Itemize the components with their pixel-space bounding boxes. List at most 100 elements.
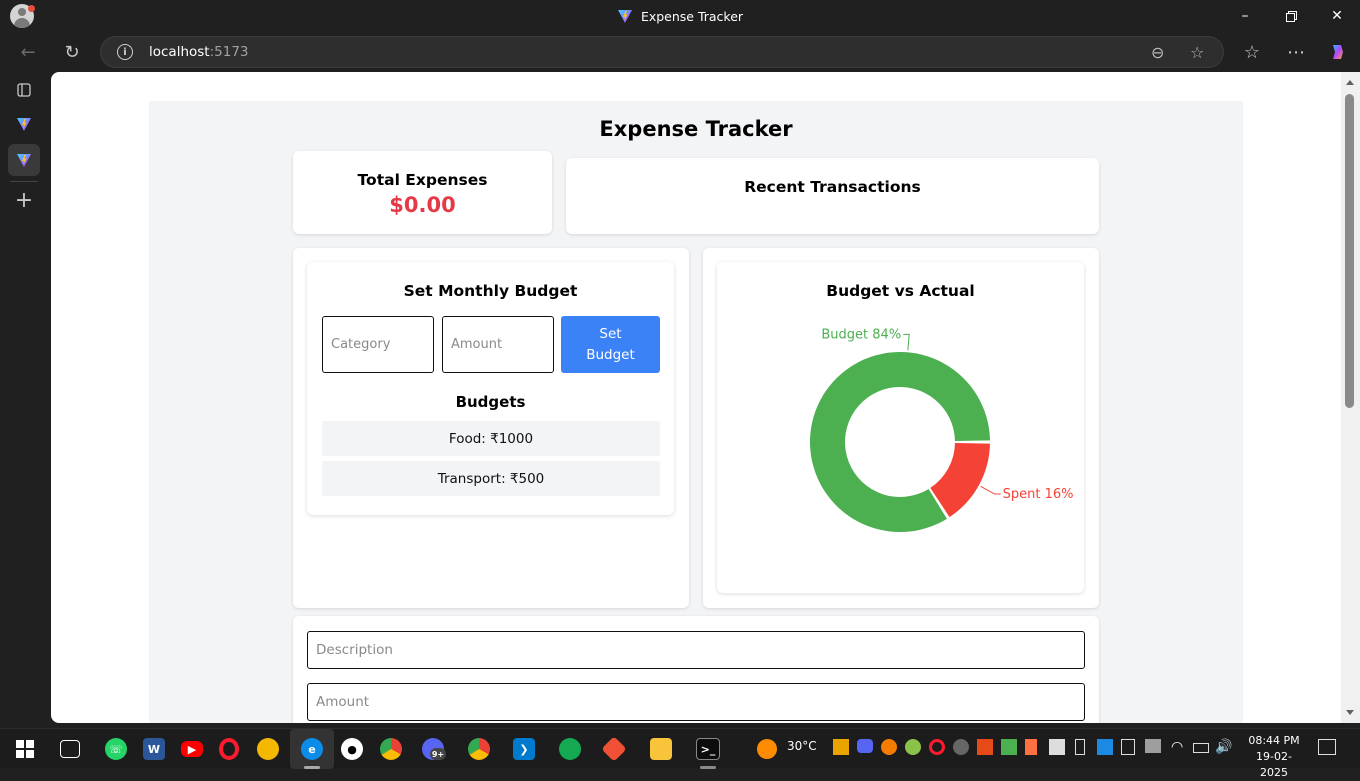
word-icon[interactable]: W <box>143 738 165 760</box>
chart-panel: Budget vs Actual Budget 84% Spent 16% <box>703 248 1099 608</box>
tray-tool-icon[interactable] <box>977 739 993 755</box>
tab-vite-active-icon[interactable] <box>8 144 40 176</box>
donut-label-line-budget <box>903 333 910 351</box>
address-bar[interactable]: i localhost:5173 ⊖ ☆ <box>100 36 1224 68</box>
set-budget-label-line2: Budget <box>586 346 635 363</box>
budget-panel: Set Monthly Budget Set Budget Budgets Foo… <box>293 248 689 608</box>
discord-badge: 9+ <box>430 748 446 760</box>
clock-time: 08:44 PM <box>1248 734 1300 747</box>
tray-app-icon[interactable] <box>833 739 849 755</box>
new-tab-plus-icon[interactable]: + <box>8 184 40 216</box>
browser-toolbar: ← ↻ i localhost:5173 ⊖ ☆ ☆ ⋯ <box>0 32 1360 72</box>
tray-s-icon[interactable] <box>953 739 969 755</box>
battery-icon[interactable] <box>1193 743 1209 753</box>
budget-list-item: Transport: ₹500 <box>322 461 660 496</box>
expense-amount-field[interactable] <box>307 683 1085 721</box>
donut-slice-spent[interactable] <box>930 442 990 518</box>
tray-settings-icon[interactable] <box>1097 739 1113 755</box>
budget-donut-chart: Budget 84% Spent 16% <box>810 327 1074 532</box>
site-info-icon[interactable]: i <box>117 44 133 60</box>
scroll-down-arrow-icon[interactable] <box>1346 710 1354 715</box>
tray-network-app-icon[interactable] <box>1049 739 1065 755</box>
tab-actions-icon[interactable] <box>8 74 40 106</box>
expense-tracker-app: Expense Tracker Total Expenses $0.00 Rec… <box>149 101 1243 723</box>
page-scrollbar[interactable] <box>1341 72 1360 723</box>
recent-transactions-card: Recent Transactions <box>566 158 1099 234</box>
usb-icon[interactable] <box>1075 739 1085 755</box>
budget-amount-field[interactable] <box>442 316 554 373</box>
category-input[interactable] <box>323 317 433 372</box>
close-button[interactable]: ✕ <box>1314 0 1360 32</box>
zoom-icon[interactable]: ⊖ <box>1151 43 1164 62</box>
expense-amount-input[interactable] <box>308 684 1084 720</box>
tray-discord-icon[interactable] <box>857 739 873 753</box>
scroll-thumb[interactable] <box>1345 94 1354 408</box>
budgets-heading: Budgets <box>455 393 526 411</box>
taskbar-clock[interactable]: 08:44 PM 19-02-2025 <box>1244 733 1304 781</box>
recent-transactions-heading: Recent Transactions <box>744 178 921 196</box>
window-title: Expense Tracker <box>640 8 744 24</box>
budget-amount-input[interactable] <box>443 317 553 372</box>
add-expense-form <box>293 616 1099 723</box>
edge-icon[interactable]: e <box>301 738 323 760</box>
vite-logo-icon <box>617 10 632 23</box>
tray-feed-icon[interactable] <box>881 739 897 755</box>
coins-app-icon[interactable] <box>257 738 279 760</box>
restore-button[interactable] <box>1268 0 1314 32</box>
taskbar: ☏ W ▶ e ● 9+ ❯ >_ 30°C ◠ 🔊 08:44 PM 19-0… <box>0 728 1360 779</box>
total-expenses-card: Total Expenses $0.00 <box>293 151 552 234</box>
tray-plus-icon[interactable] <box>905 739 921 755</box>
notifications-icon[interactable] <box>1318 739 1336 755</box>
refresh-icon[interactable]: ↻ <box>58 38 86 66</box>
donut-label-line-spent <box>980 485 1001 495</box>
url-text[interactable]: localhost:5173 <box>149 44 249 60</box>
tray-opera-icon[interactable] <box>929 739 945 755</box>
tray-display-icon[interactable] <box>1145 739 1161 753</box>
chrome-profile-icon[interactable] <box>468 738 490 760</box>
total-expenses-label: Total Expenses <box>357 171 488 189</box>
tray-phone-icon[interactable] <box>1121 739 1135 755</box>
mongodb-icon[interactable] <box>559 738 581 760</box>
github-icon[interactable]: ● <box>341 738 363 760</box>
git-icon[interactable] <box>601 736 627 762</box>
weather-temp[interactable]: 30°C <box>787 739 817 753</box>
set-budget-button[interactable]: Set Budget <box>561 316 660 373</box>
page-viewport: Expense Tracker Total Expenses $0.00 Rec… <box>51 72 1341 723</box>
tab-separator <box>10 181 38 182</box>
more-menu-icon[interactable]: ⋯ <box>1282 38 1310 66</box>
favorite-star-icon[interactable]: ☆ <box>1190 43 1204 62</box>
chrome-icon[interactable] <box>380 738 402 760</box>
youtube-icon[interactable]: ▶ <box>181 741 203 757</box>
back-arrow-icon[interactable]: ← <box>14 38 42 66</box>
page-title: Expense Tracker <box>599 117 793 141</box>
tab-vite-icon[interactable] <box>8 108 40 140</box>
wifi-icon[interactable]: ◠ <box>1171 739 1183 755</box>
copilot-icon[interactable] <box>1324 38 1352 66</box>
scroll-up-arrow-icon[interactable] <box>1346 80 1354 85</box>
set-budget-card: Set Monthly Budget Set Budget Budgets Foo… <box>307 262 674 515</box>
vertical-tab-strip: + <box>0 72 48 728</box>
task-view-icon[interactable] <box>60 740 80 758</box>
category-field[interactable] <box>322 316 434 373</box>
volume-icon[interactable]: 🔊 <box>1215 739 1232 755</box>
weather-sun-icon[interactable] <box>757 739 777 759</box>
whatsapp-icon[interactable]: ☏ <box>105 738 127 760</box>
copilot-logo-icon <box>1333 45 1343 59</box>
file-explorer-icon[interactable] <box>650 738 672 760</box>
description-field[interactable] <box>307 631 1085 669</box>
tray-download-icon[interactable] <box>1001 739 1017 755</box>
set-budget-heading: Set Monthly Budget <box>403 282 578 300</box>
minimize-button[interactable]: – <box>1222 0 1268 32</box>
donut-label-budget: Budget 84% <box>821 327 901 342</box>
opera-icon[interactable] <box>219 738 239 760</box>
terminal-icon[interactable]: >_ <box>696 738 720 760</box>
budget-list-item: Food: ₹1000 <box>322 421 660 456</box>
start-windows-icon[interactable] <box>14 738 36 760</box>
tray-speaker-app-icon[interactable] <box>1025 739 1037 755</box>
window-title-bar: Expense Tracker – ✕ <box>0 0 1360 32</box>
vscode-icon[interactable]: ❯ <box>513 738 535 760</box>
set-budget-label-line1: Set <box>599 325 622 342</box>
description-input[interactable] <box>308 632 1084 668</box>
favorites-icon[interactable]: ☆ <box>1238 38 1266 66</box>
restore-icon <box>1285 10 1297 22</box>
